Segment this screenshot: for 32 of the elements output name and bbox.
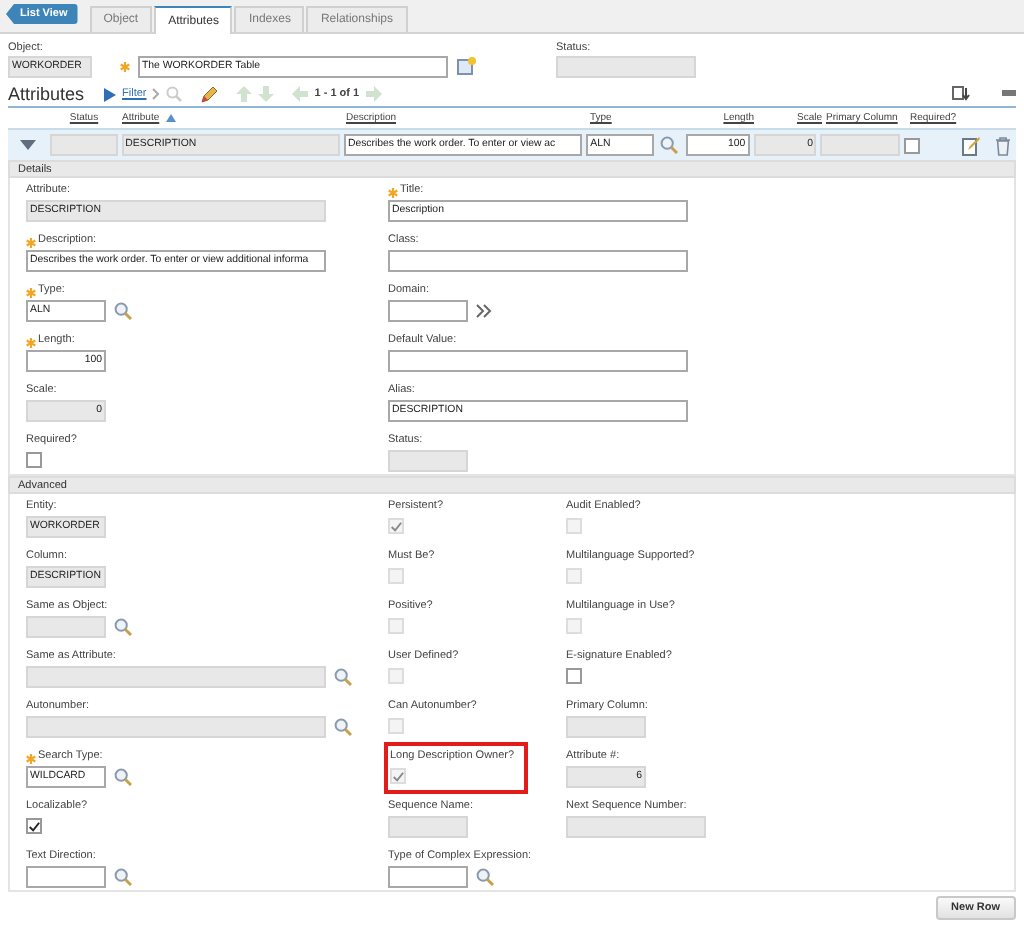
- minimize-icon[interactable]: [1002, 90, 1016, 98]
- long-description-icon[interactable]: [456, 56, 478, 76]
- edit-icon[interactable]: [962, 135, 981, 155]
- input-field[interactable]: [388, 299, 468, 321]
- checkbox[interactable]: [26, 452, 42, 468]
- search-icon[interactable]: [334, 717, 352, 735]
- search-icon[interactable]: [166, 86, 183, 102]
- search-icon[interactable]: [114, 867, 132, 885]
- search-icon[interactable]: [334, 667, 352, 685]
- wide-input-field[interactable]: [388, 349, 688, 371]
- download-icon[interactable]: [952, 86, 970, 102]
- trash-icon[interactable]: [994, 135, 1013, 155]
- input-field[interactable]: [26, 865, 106, 887]
- search-icon[interactable]: [114, 301, 132, 319]
- search-icon[interactable]: [114, 617, 132, 635]
- status-field: [556, 56, 696, 78]
- search-icon[interactable]: [114, 767, 132, 785]
- input-field[interactable]: [388, 865, 468, 887]
- table-cell: [49, 134, 118, 156]
- wide-input-field[interactable]: [388, 249, 688, 271]
- play-icon: [104, 87, 117, 101]
- expand-icon[interactable]: [19, 140, 36, 150]
- pencil-icon[interactable]: [200, 85, 219, 103]
- double-chevron-icon[interactable]: [476, 303, 492, 317]
- section-title: Attributes: [8, 84, 85, 104]
- checkbox[interactable]: [566, 668, 582, 684]
- table-cell: [820, 134, 901, 156]
- checkbox[interactable]: [26, 818, 42, 834]
- checkbox[interactable]: [904, 137, 921, 153]
- chevron-icon[interactable]: [152, 88, 161, 100]
- search-icon[interactable]: [660, 136, 679, 154]
- search-icon[interactable]: [476, 867, 494, 885]
